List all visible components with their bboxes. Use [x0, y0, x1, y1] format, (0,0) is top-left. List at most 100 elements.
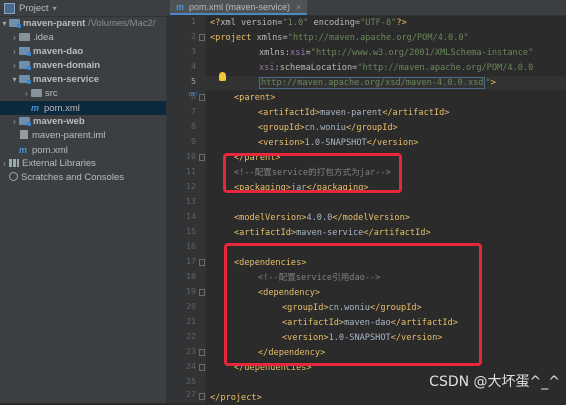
project-view-header[interactable]: Project ▾: [0, 0, 166, 17]
folder-icon: [31, 89, 42, 97]
collapse-arrow-icon[interactable]: ›: [10, 59, 19, 73]
code-line-7: <artifactId>maven-parent</artifactId>: [258, 108, 450, 118]
line-number-gutter: 1 2 3 4 5 6 7 8 9 10 11 12 13 14 15 16 1…: [166, 16, 206, 403]
line-number: 11: [186, 166, 196, 176]
tree-item-label: maven-parent: [23, 18, 86, 29]
tree-item-label: maven-dao: [33, 46, 84, 57]
line-number: 16: [186, 241, 196, 251]
project-view-title: Project: [19, 2, 49, 14]
module-folder-icon: [19, 61, 31, 70]
maven-icon: m: [19, 145, 28, 155]
line-number: 4: [191, 61, 196, 71]
line-number: 10: [186, 151, 196, 161]
line-number: 1: [191, 16, 196, 26]
fold-marker-icon[interactable]: [199, 34, 205, 41]
tree-item-external-libraries[interactable]: › External Libraries: [0, 157, 166, 171]
module-folder-icon: [19, 117, 31, 126]
collapse-arrow-icon[interactable]: ›: [22, 87, 31, 101]
collapse-arrow-icon[interactable]: ›: [10, 31, 19, 45]
tree-item-label: maven-service: [33, 74, 100, 85]
tab-pom-maven-service[interactable]: m pom.xml (maven-service) ×: [170, 0, 308, 15]
expand-arrow-icon[interactable]: ▾: [10, 73, 19, 87]
collapse-arrow-icon[interactable]: ›: [10, 45, 19, 59]
close-icon[interactable]: ×: [296, 2, 301, 12]
tree-item-label: pom.xml: [32, 145, 68, 156]
line-number: 5: [191, 76, 196, 86]
line-number: 15: [186, 226, 196, 236]
line-number: 27: [186, 389, 196, 399]
line-number: 9: [191, 136, 196, 146]
maven-parent-gutter-icon[interactable]: m↑: [189, 91, 198, 98]
scratches-icon: [9, 172, 18, 181]
code-line-9: <version>1.0-SNAPSHOT</version>: [258, 138, 419, 148]
line-number: 24: [186, 361, 196, 371]
code-line-1: <?xml version="1.0" encoding="UTF-8"?>: [210, 18, 407, 28]
code-line-5: http://maven.apache.org/xsd/maven-4.0.0.…: [206, 76, 566, 90]
code-line-15: <artifactId>maven-service</artifactId>: [234, 228, 431, 238]
line-number: 18: [186, 271, 196, 281]
tab-label: pom.xml (maven-service): [189, 2, 291, 12]
project-sidebar: Project ▾ ▾ maven-parent /Volumes/Mac2/ ›…: [0, 0, 166, 403]
code-line-4: xsi:schemaLocation="http://maven.apache.…: [259, 63, 534, 73]
tree-item-maven-service[interactable]: ▾ maven-service: [0, 73, 166, 87]
folder-icon: [19, 33, 30, 41]
chevron-down-icon[interactable]: ▾: [53, 4, 57, 13]
fold-marker-icon[interactable]: [199, 349, 205, 356]
line-number: 3: [191, 46, 196, 56]
collapse-arrow-icon[interactable]: ›: [0, 157, 9, 171]
line-number: 19: [186, 286, 196, 296]
expand-arrow-icon[interactable]: ▾: [0, 17, 9, 31]
collapse-arrow-icon[interactable]: ›: [10, 115, 19, 129]
maven-icon: m: [176, 2, 185, 12]
tree-item-label: maven-web: [33, 116, 85, 127]
code-line-14: <modelVersion>4.0.0</modelVersion>: [234, 213, 410, 223]
fold-marker-icon[interactable]: [199, 94, 205, 101]
tree-item-label: maven-domain: [33, 60, 101, 71]
line-number: 14: [186, 211, 196, 221]
fold-marker-icon[interactable]: [199, 154, 205, 161]
lightbulb-icon[interactable]: [219, 72, 226, 81]
line-number: 12: [186, 181, 196, 191]
fold-marker-icon[interactable]: [199, 364, 205, 371]
line-number: 2: [191, 31, 196, 41]
tree-item-label: pom.xml: [44, 103, 80, 114]
tree-item-label: src: [45, 88, 58, 99]
line-number: 20: [186, 301, 196, 311]
tree-item-maven-dao[interactable]: › maven-dao: [0, 45, 166, 59]
highlight-packaging-box: [223, 153, 402, 193]
tree-item-service-pom[interactable]: m pom.xml: [0, 101, 166, 115]
file-icon: [20, 130, 28, 139]
line-number: 17: [186, 256, 196, 266]
module-folder-icon: [19, 75, 31, 84]
line-number: 22: [186, 331, 196, 341]
line-number: 23: [186, 346, 196, 356]
tree-item-maven-domain[interactable]: › maven-domain: [0, 59, 166, 73]
line-number: 25: [186, 376, 196, 386]
module-folder-icon: [9, 19, 21, 28]
tree-item-label: External Libraries: [22, 158, 96, 169]
code-line-6: <parent>: [234, 93, 276, 103]
code-line-8: <groupId>cn.woniu</groupId>: [258, 123, 398, 133]
line-number: 7: [191, 106, 196, 116]
fold-marker-icon[interactable]: [199, 393, 205, 400]
tree-item-label: .idea: [33, 32, 54, 43]
fold-marker-icon[interactable]: [199, 259, 205, 266]
tree-item-root-pom[interactable]: m pom.xml: [0, 143, 166, 157]
project-icon: [4, 2, 15, 14]
editor-tab-bar: m pom.xml (maven-service) ×: [166, 0, 566, 16]
watermark: CSDN @大坏蛋^_^: [429, 374, 560, 390]
tree-item-src[interactable]: › src: [0, 87, 166, 101]
tree-item-label: maven-parent.iml: [32, 130, 106, 141]
module-folder-icon: [19, 47, 31, 56]
line-number: 13: [186, 196, 196, 206]
tree-item-root[interactable]: ▾ maven-parent /Volumes/Mac2/: [0, 17, 166, 31]
tree-item-maven-web[interactable]: › maven-web: [0, 115, 166, 129]
maven-icon: m: [31, 103, 40, 113]
highlight-dependencies-box: [224, 243, 482, 366]
tree-item-path: /Volumes/Mac2/: [87, 18, 156, 29]
fold-marker-icon[interactable]: [199, 289, 205, 296]
line-number: 21: [186, 316, 196, 326]
tree-item-scratches[interactable]: Scratches and Consoles: [0, 171, 166, 185]
tree-item-iml[interactable]: maven-parent.iml: [0, 129, 166, 143]
tree-item-idea[interactable]: › .idea: [0, 31, 166, 45]
